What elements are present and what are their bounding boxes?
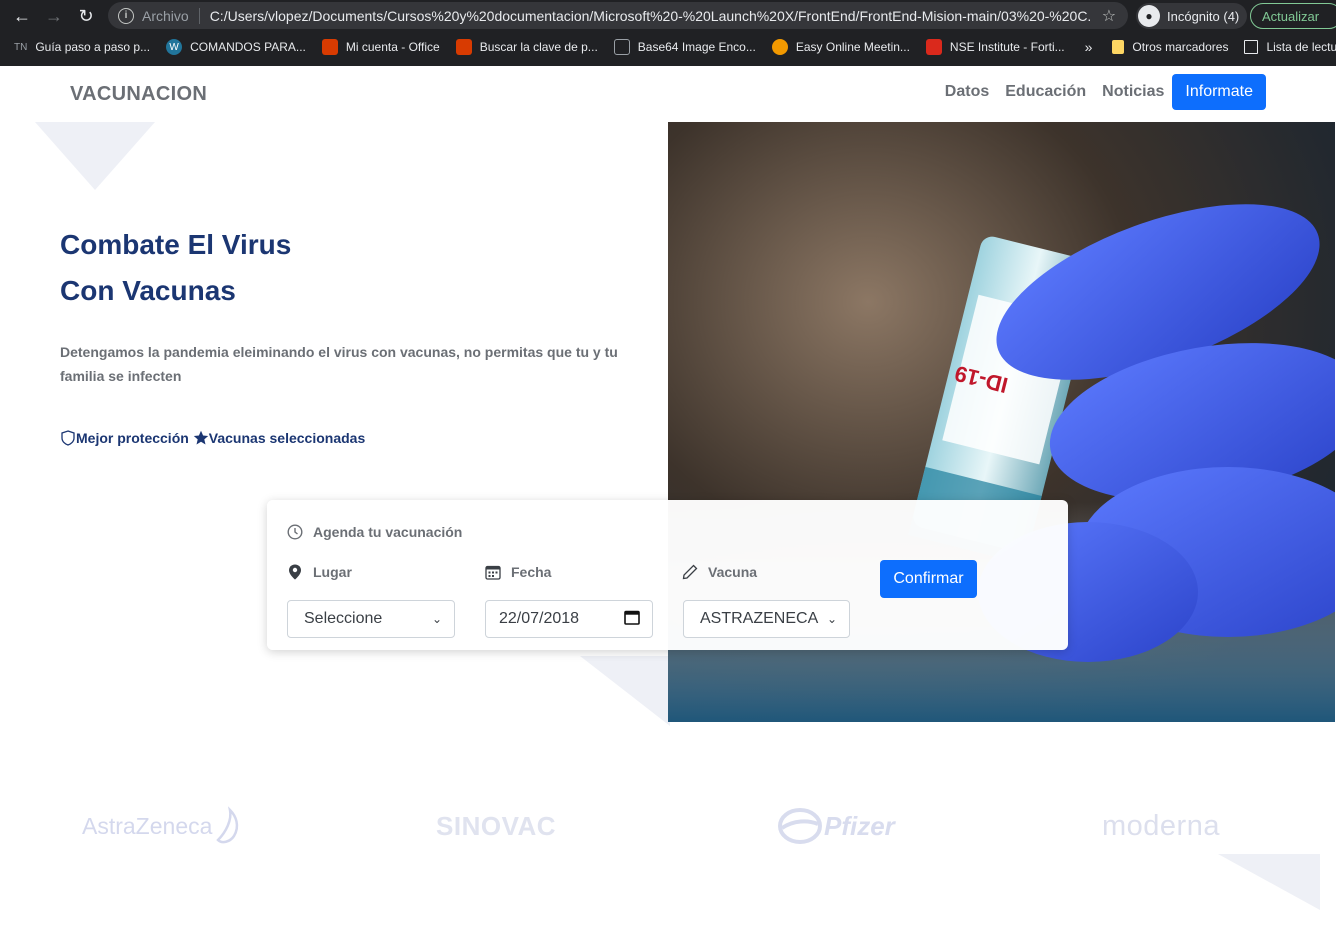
forward-icon[interactable]: → [38, 2, 70, 30]
bookmark-label: NSE Institute - Forti... [949, 40, 1065, 54]
address-bar[interactable]: i Archivo C:/Users/vlopez/Documents/Curs… [108, 2, 1128, 29]
decorative-triangle [580, 656, 670, 726]
reading-list-icon [1244, 40, 1259, 54]
astrazeneca-logo-text: AstraZeneca [82, 812, 213, 839]
pencil-icon [682, 564, 698, 580]
bookmark-6[interactable]: NSE Institute - Forti... [925, 39, 1065, 55]
bookmark-label: Guía paso a paso p... [35, 40, 151, 54]
clock-icon [287, 524, 303, 540]
date-label: Fecha [485, 564, 551, 580]
hero-features: Mejor protección Vacunas seleccionadas [60, 430, 369, 446]
feature-protection-label: Mejor protección [76, 430, 189, 446]
place-select-value: Seleccione [304, 610, 383, 627]
hero-title-line2: Con Vacunas [60, 275, 236, 306]
url-text[interactable]: C:/Users/vlopez/Documents/Cursos%20y%20d… [210, 8, 1092, 24]
incognito-label: Incógnito (4) [1167, 8, 1240, 24]
date-label-text: Fecha [511, 564, 552, 580]
image-icon [613, 39, 630, 55]
other-bookmarks[interactable]: Otros marcadores [1112, 40, 1228, 54]
more-bookmarks-icon[interactable]: » [1085, 39, 1093, 55]
hero-description: Detengamos la pandemia eleiminando el vi… [60, 344, 618, 384]
scheme-label: Archivo [142, 7, 189, 24]
info-icon[interactable]: i [118, 7, 134, 24]
wordpress-icon: W [166, 39, 183, 55]
meeting-icon [771, 39, 788, 55]
back-icon[interactable]: ← [6, 2, 38, 30]
reading-list-label: Lista de lectura [1266, 40, 1336, 54]
bookmark-label: COMANDOS PARA... [190, 40, 306, 54]
shield-icon [61, 430, 75, 446]
booking-title-label: Agenda tu vacunación [313, 524, 463, 540]
pfizer-mark-icon [778, 808, 822, 844]
star-icon[interactable]: ☆ [1102, 6, 1116, 26]
nav-link-noticias[interactable]: Noticias [1102, 83, 1164, 101]
bookmark-label: Base64 Image Enco... [637, 40, 756, 54]
folder-icon [1112, 40, 1125, 54]
fortinet-icon [925, 39, 942, 55]
moderna-logo: moderna [1102, 809, 1220, 842]
date-input-value: 22/07/2018 [499, 610, 580, 627]
bookmarks-bar: TN Guía paso a paso p... W COMANDOS PARA… [0, 33, 1336, 61]
tn-icon: TN [14, 41, 28, 53]
booking-title: Agenda tu vacunación [287, 524, 462, 540]
page: VACUNACION Datos Educación Noticias Info… [0, 66, 1336, 937]
astrazeneca-logo: AstraZeneca [82, 796, 244, 856]
bookmark-0[interactable]: TN Guía paso a paso p... [14, 39, 150, 55]
incognito-badge[interactable]: ● Incógnito (4) [1136, 3, 1248, 29]
bookmark-1[interactable]: W COMANDOS PARA... [166, 39, 306, 55]
informate-button[interactable]: Informate [1172, 74, 1266, 110]
update-button[interactable]: Actualizar [1250, 3, 1336, 29]
brand-logo[interactable]: VACUNACION [70, 83, 207, 106]
chevron-down-icon: ⌄ [431, 612, 442, 626]
location-pin-icon [287, 564, 303, 580]
feature-vaccines: Vacunas seleccionadas [193, 430, 365, 446]
bookmark-4[interactable]: Base64 Image Enco... [613, 39, 756, 55]
booking-card: Agenda tu vacunación Lugar Fecha Vacuna … [267, 500, 1068, 650]
browser-chrome: ← → ↻ i Archivo C:/Users/vlopez/Document… [0, 0, 1336, 66]
feature-protection: Mejor protección [60, 430, 189, 446]
sinovac-logo: SINOVAC [436, 810, 557, 841]
confirm-button[interactable]: Confirmar [880, 560, 977, 598]
bookmark-label: Buscar la clave de p... [479, 40, 598, 54]
office-icon [321, 39, 338, 55]
date-input[interactable]: 22/07/2018 [485, 600, 653, 638]
pfizer-logo-text: Pfizer [824, 810, 895, 841]
place-label-text: Lugar [313, 564, 352, 580]
bookmark-label: Easy Online Meetin... [795, 40, 910, 54]
omnibox-divider [198, 7, 200, 24]
star-icon [193, 430, 208, 445]
bookmark-5[interactable]: Easy Online Meetin... [771, 39, 910, 55]
reading-list[interactable]: Lista de lectura [1244, 40, 1336, 54]
vaccine-label: Vacuna [682, 564, 757, 580]
astrazeneca-mark-icon [216, 806, 239, 844]
bookmark-3[interactable]: Buscar la clave de p... [455, 39, 598, 55]
reload-icon[interactable]: ↻ [70, 2, 102, 30]
calendar-icon [485, 564, 501, 580]
place-select[interactable]: Seleccione ⌄ [287, 600, 455, 638]
feature-vaccines-label: Vacunas seleccionadas [208, 430, 366, 446]
hero-title: Combate El Virus Con Vacunas [60, 222, 291, 314]
partner-logos: AstraZeneca SINOVAC Pfizer moderna [0, 796, 1336, 856]
vaccine-label-text: Vacuna [708, 564, 758, 580]
incognito-icon: ● [1138, 5, 1160, 27]
vaccine-select-value: ASTRAZENECA [700, 610, 819, 627]
pfizer-logo: Pfizer [778, 796, 895, 856]
other-bookmarks-label: Otros marcadores [1132, 40, 1229, 54]
decorative-triangle [1218, 854, 1320, 910]
nav-link-educacion[interactable]: Educación [1005, 83, 1086, 101]
nav-link-datos[interactable]: Datos [945, 83, 989, 101]
bookmark-2[interactable]: Mi cuenta - Office [321, 39, 440, 55]
main-nav: Datos Educación Noticias Informate [929, 74, 1266, 110]
address-row: ← → ↻ i Archivo C:/Users/vlopez/Document… [0, 0, 1336, 32]
vaccine-select[interactable]: ASTRAZENECA ⌄ [683, 600, 850, 638]
hero-title-line1: Combate El Virus [60, 229, 292, 260]
chevron-down-icon: ⌄ [826, 612, 837, 626]
place-label: Lugar [287, 564, 352, 580]
decorative-triangle [35, 122, 155, 190]
bookmark-label: Mi cuenta - Office [345, 40, 440, 54]
office-icon [455, 39, 472, 55]
calendar-picker-icon[interactable] [624, 609, 640, 630]
